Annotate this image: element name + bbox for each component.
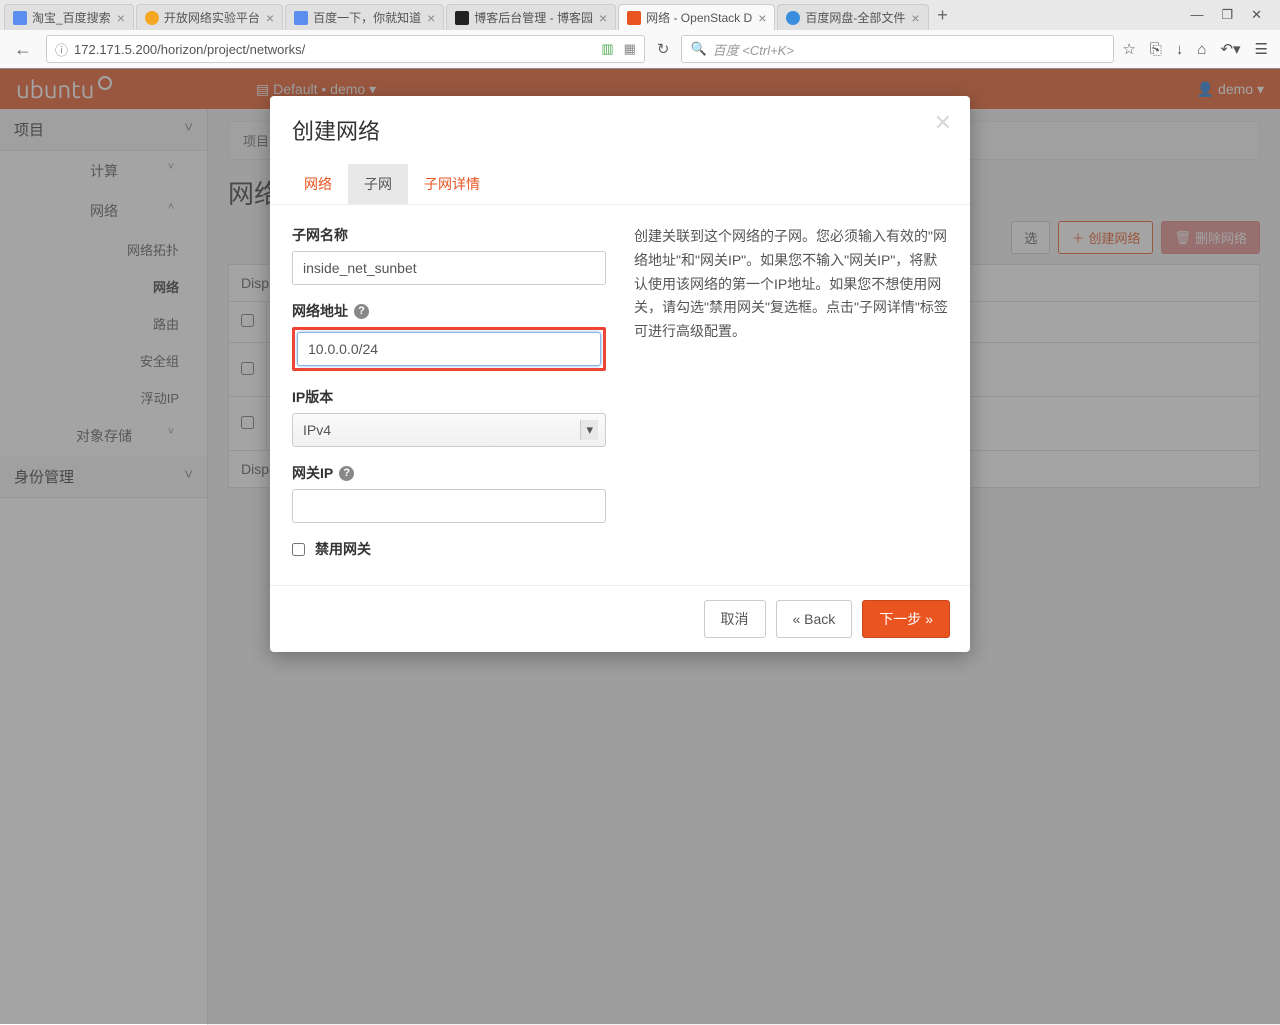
close-icon[interactable]: ✕ xyxy=(934,110,952,136)
favicon-icon xyxy=(13,11,27,25)
tab-subnet[interactable]: 子网 xyxy=(348,164,408,204)
browser-chrome: 淘宝_百度搜索× 开放网络实验平台× 百度一下，你就知道× 博客后台管理 - 博… xyxy=(0,0,1280,69)
ipversion-select[interactable]: IPv4 xyxy=(292,413,606,447)
tab-close-icon[interactable]: × xyxy=(266,10,274,26)
highlight-box xyxy=(292,327,606,371)
new-tab-button[interactable]: + xyxy=(931,5,955,26)
url-text: 172.171.5.200/horizon/project/networks/ xyxy=(74,42,601,57)
browser-tab[interactable]: 淘宝_百度搜索× xyxy=(4,4,134,30)
disable-gateway-checkbox[interactable] xyxy=(292,543,305,556)
tab-network[interactable]: 网络 xyxy=(288,164,348,204)
tab-close-icon[interactable]: × xyxy=(758,10,766,26)
label-ipversion: IP版本 xyxy=(292,387,606,407)
url-input[interactable]: ⓘ 172.171.5.200/horizon/project/networks… xyxy=(46,35,645,63)
next-button[interactable]: 下一步 » xyxy=(862,600,950,638)
reload-icon[interactable]: ↻ xyxy=(653,40,674,58)
menu-icon[interactable]: ☰ xyxy=(1255,40,1268,58)
label-disable-gateway: 禁用网关 xyxy=(315,539,371,559)
cancel-button[interactable]: 取消 xyxy=(704,600,766,638)
window-maximize-icon[interactable]: ❐ xyxy=(1221,7,1233,23)
modal-help-text: 创建关联到这个网络的子网。您必须输入有效的"网络地址"和"网关IP"。如果您不输… xyxy=(634,225,948,575)
help-icon[interactable]: ? xyxy=(354,304,369,319)
help-icon[interactable]: ? xyxy=(339,466,354,481)
subnet-name-input[interactable] xyxy=(292,251,606,285)
tab-close-icon[interactable]: × xyxy=(911,10,919,26)
gateway-input[interactable] xyxy=(292,489,606,523)
address-bar: ← ⓘ 172.171.5.200/horizon/project/networ… xyxy=(0,30,1280,68)
browser-search-input[interactable]: 🔍 百度 <Ctrl+K> xyxy=(681,35,1114,63)
browser-tab[interactable]: 百度一下，你就知道× xyxy=(285,4,444,30)
tab-close-icon[interactable]: × xyxy=(599,10,607,26)
browser-tab[interactable]: 百度网盘-全部文件× xyxy=(777,4,928,30)
label-gateway: 网关IP? xyxy=(292,463,606,483)
favicon-icon xyxy=(627,11,641,25)
shield-icon[interactable]: ▥ xyxy=(601,41,613,57)
library-icon[interactable]: ⎘ xyxy=(1150,41,1162,58)
qr-icon[interactable]: ▦ xyxy=(624,41,636,57)
modal-tabs: 网络 子网 子网详情 xyxy=(270,164,970,205)
bookmark-icon[interactable]: ☆ xyxy=(1122,40,1135,58)
browser-tab[interactable]: 博客后台管理 - 博客园× xyxy=(446,4,616,30)
search-icon: 🔍 xyxy=(690,41,706,57)
label-cidr: 网络地址? xyxy=(292,301,606,321)
site-info-icon[interactable]: ⓘ xyxy=(55,40,68,59)
window-minimize-icon[interactable]: — xyxy=(1190,7,1203,23)
favicon-icon xyxy=(145,11,159,25)
tab-close-icon[interactable]: × xyxy=(117,10,125,26)
back-button[interactable]: « Back xyxy=(776,600,853,638)
window-close-icon[interactable]: ✕ xyxy=(1251,7,1262,23)
label-subnet-name: 子网名称 xyxy=(292,225,606,245)
modal-title: 创建网络 xyxy=(292,119,380,144)
favicon-icon xyxy=(294,11,308,25)
tab-strip: 淘宝_百度搜索× 开放网络实验平台× 百度一下，你就知道× 博客后台管理 - 博… xyxy=(0,0,1280,30)
downloads-icon[interactable]: ↓ xyxy=(1176,41,1184,58)
search-placeholder: 百度 <Ctrl+K> xyxy=(713,40,794,59)
create-network-modal: 创建网络 ✕ 网络 子网 子网详情 子网名称 网络地址? IP版本 IPv4 xyxy=(270,96,970,652)
favicon-icon xyxy=(455,11,469,25)
browser-tab[interactable]: 网络 - OpenStack D× xyxy=(618,4,775,30)
home-icon[interactable]: ⌂ xyxy=(1197,41,1206,58)
history-icon[interactable]: ↶▾ xyxy=(1220,40,1240,58)
cidr-input[interactable] xyxy=(297,332,601,366)
tab-close-icon[interactable]: × xyxy=(427,10,435,26)
tab-subnet-detail[interactable]: 子网详情 xyxy=(408,164,496,204)
browser-tab[interactable]: 开放网络实验平台× xyxy=(136,4,283,30)
nav-back-icon[interactable]: ← xyxy=(8,37,38,62)
favicon-icon xyxy=(786,11,800,25)
